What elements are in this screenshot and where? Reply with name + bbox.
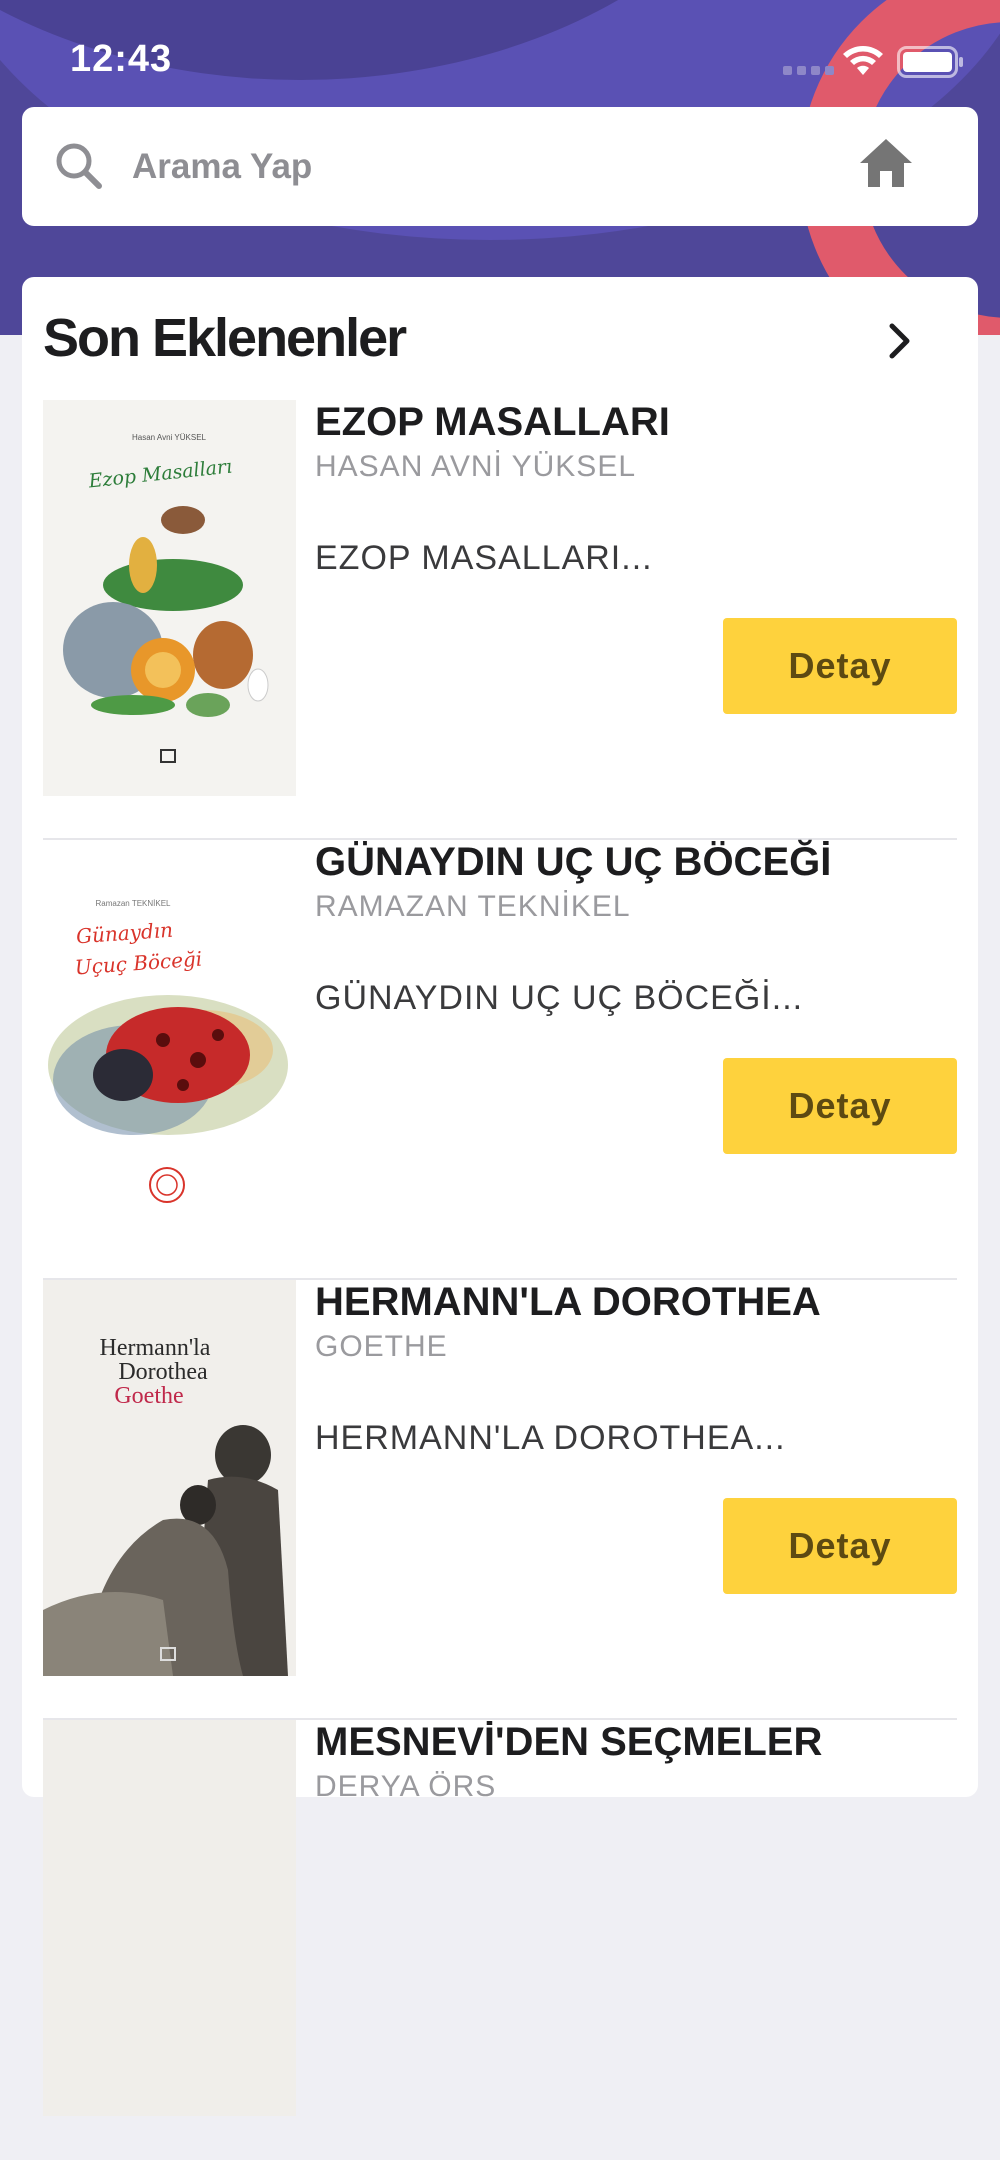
cover-title: Ezop Masalları bbox=[87, 456, 234, 493]
cellular-signal-icon bbox=[783, 66, 834, 75]
detail-button[interactable]: Detay bbox=[723, 618, 957, 714]
book-author: RAMAZAN TEKNİKEL bbox=[315, 890, 631, 923]
status-bar: 12:43 bbox=[0, 0, 1000, 100]
cover-title-line2: Uçuç Böceği bbox=[74, 947, 203, 980]
book-description: HERMANN'LA DOROTHEA... bbox=[315, 1419, 786, 1457]
cover-title-line2: Dorothea bbox=[118, 1359, 208, 1385]
book-cover bbox=[43, 1720, 296, 2116]
book-title[interactable]: GÜNAYDIN UÇ UÇ BÖCEĞİ bbox=[315, 840, 831, 885]
book-cover: Ramazan TEKNİKEL Günaydın Uçuç Böceği bbox=[43, 840, 296, 1236]
status-time: 12:43 bbox=[70, 38, 173, 80]
cover-author: Ramazan TEKNİKEL bbox=[96, 899, 172, 908]
book-description: GÜNAYDIN UÇ UÇ BÖCEĞİ... bbox=[315, 979, 804, 1017]
book-cover: Hermann'la Dorothea Goethe bbox=[43, 1280, 296, 1676]
chevron-right-icon[interactable] bbox=[888, 322, 912, 360]
book-cover: Hasan Avni YÜKSEL Ezop Masalları bbox=[43, 400, 296, 796]
book-list-item[interactable]: Ramazan TEKNİKEL Günaydın Uçuç Böceği GÜ… bbox=[43, 840, 957, 1280]
cover-author: Goethe bbox=[114, 1383, 183, 1409]
book-author: HASAN AVNİ YÜKSEL bbox=[315, 450, 637, 483]
book-title[interactable]: HERMANN'LA DOROTHEA bbox=[315, 1280, 821, 1325]
home-icon[interactable] bbox=[858, 137, 914, 189]
book-list-item[interactable]: Hermann'la Dorothea Goethe HERMANN'LA DO… bbox=[43, 1280, 957, 1720]
cover-author: Hasan Avni YÜKSEL bbox=[132, 433, 207, 442]
book-list-item[interactable]: MESNEVİ'DEN SEÇMELER DERYA ÖRS bbox=[43, 1720, 957, 2160]
book-list-item[interactable]: Hasan Avni YÜKSEL Ezop Masalları EZOP MA… bbox=[43, 400, 957, 840]
detail-button[interactable]: Detay bbox=[723, 1498, 957, 1594]
book-author: DERYA ÖRS bbox=[315, 1770, 497, 1803]
wifi-icon bbox=[843, 46, 883, 75]
battery-icon bbox=[897, 46, 963, 78]
book-title[interactable]: MESNEVİ'DEN SEÇMELER bbox=[315, 1720, 822, 1765]
search-input[interactable] bbox=[130, 137, 834, 197]
search-bar bbox=[22, 107, 978, 226]
recent-books-card: Son Eklenenler Hasan Avni YÜKSEL Ezop Ma… bbox=[22, 277, 978, 2116]
section-title: Son Eklenenler bbox=[43, 308, 407, 368]
book-author: GOETHE bbox=[315, 1330, 448, 1363]
search-icon[interactable] bbox=[54, 141, 104, 191]
book-title[interactable]: EZOP MASALLARI bbox=[315, 400, 670, 445]
cover-title-line1: Günaydın bbox=[75, 918, 173, 949]
detail-button[interactable]: Detay bbox=[723, 1058, 957, 1154]
cover-title-line1: Hermann'la bbox=[100, 1335, 211, 1361]
book-description: EZOP MASALLARI... bbox=[315, 539, 653, 577]
